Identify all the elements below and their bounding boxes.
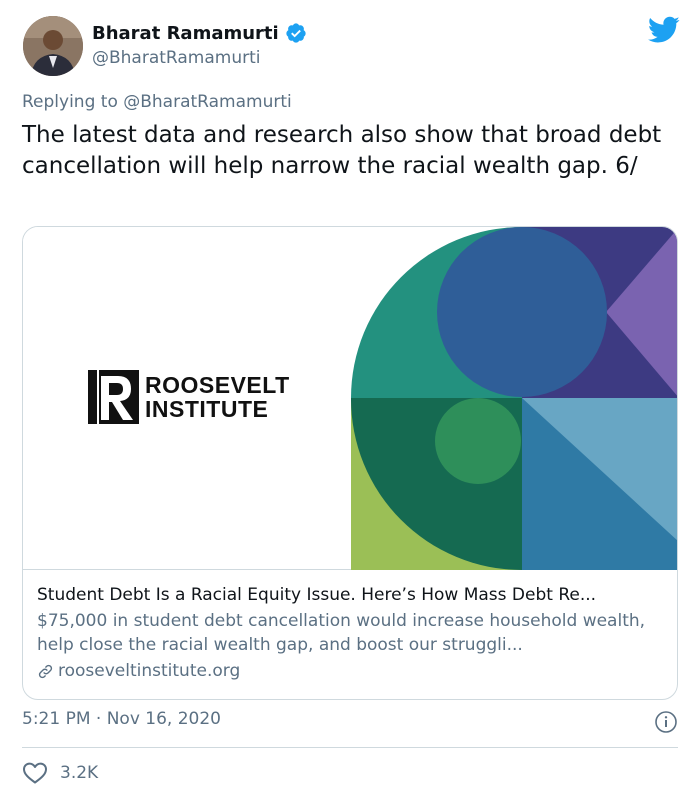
reply-prefix: Replying to <box>22 92 118 112</box>
logo-line-2: INSTITUTE <box>145 396 269 422</box>
twitter-bird-icon[interactable] <box>648 16 680 44</box>
reply-mention-link[interactable]: @BharatRamamurti <box>123 92 291 112</box>
card-image: ROOSEVELT INSTITUTE <box>23 227 677 570</box>
card-description: $75,000 in student debt cancellation wou… <box>37 611 646 655</box>
tweet-timestamp[interactable]: 5:21 PM · Nov 16, 2020 <box>22 709 221 729</box>
geometric-artwork <box>351 227 677 570</box>
like-button[interactable]: 3.2K <box>22 761 98 785</box>
tweet-text: The latest data and research also show t… <box>22 122 662 179</box>
divider <box>22 747 678 748</box>
author-name[interactable]: Bharat Ramamurti <box>92 23 279 44</box>
verified-badge-icon <box>286 23 306 43</box>
card-body: Student Debt Is a Racial Equity Issue. H… <box>23 571 677 695</box>
roosevelt-r-logo-icon <box>85 370 139 424</box>
like-count: 3.2K <box>60 763 99 783</box>
info-icon[interactable] <box>654 710 678 734</box>
link-icon <box>38 664 53 678</box>
heart-icon <box>23 762 47 784</box>
link-preview-card[interactable]: ROOSEVELT INSTITUTE Student Debt Is a Ra… <box>22 226 678 700</box>
logo-line-1: ROOSEVELT <box>145 372 290 398</box>
card-domain-text: rooseveltinstitute.org <box>58 661 241 681</box>
avatar-photo <box>23 16 83 76</box>
roosevelt-institute-logo: ROOSEVELT INSTITUTE <box>85 370 290 424</box>
reply-context: Replying to @BharatRamamurti <box>22 92 292 112</box>
author-name-row[interactable]: Bharat Ramamurti <box>92 22 307 44</box>
author-avatar[interactable] <box>23 16 83 76</box>
logo-wordmark: ROOSEVELT INSTITUTE <box>145 373 290 421</box>
author-handle[interactable]: @BharatRamamurti <box>92 48 260 68</box>
card-title: Student Debt Is a Racial Equity Issue. H… <box>37 585 597 605</box>
card-domain: rooseveltinstitute.org <box>37 659 665 683</box>
